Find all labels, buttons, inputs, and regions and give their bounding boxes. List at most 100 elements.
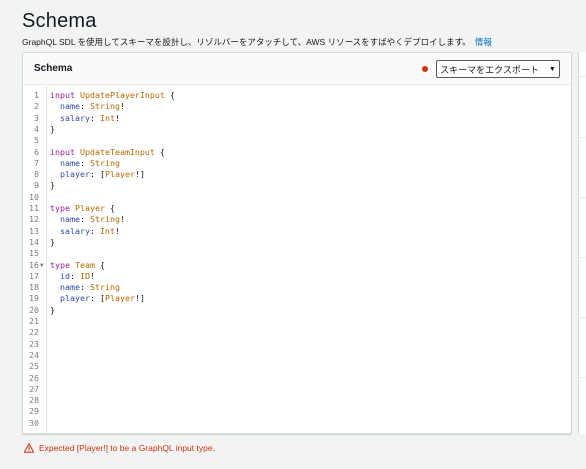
line-number: 23 xyxy=(29,338,39,349)
code-token: : xyxy=(89,112,100,123)
code-text: name: String xyxy=(50,282,120,293)
code-token: ! xyxy=(119,214,125,225)
page-description-text: GraphQL SDL を使用してスキーマを設計し、リゾルバーをアタッチして、A… xyxy=(22,37,471,47)
line-number: 17 xyxy=(29,270,39,281)
code-line: 3 salary: Int! xyxy=(23,113,571,124)
code-text: input UpdateTeamInput { xyxy=(50,147,165,158)
code-line: 4} xyxy=(23,124,571,135)
code-text: } xyxy=(50,237,55,248)
code-token: String xyxy=(89,214,120,225)
code-token: : xyxy=(79,282,90,293)
line-number: 5 xyxy=(34,135,39,146)
code-line: 21 xyxy=(23,316,571,327)
panel-edge-line xyxy=(579,197,586,198)
code-text: id: ID! xyxy=(50,271,95,282)
code-token: { xyxy=(94,259,105,270)
code-line: 16 ▼ type Team { xyxy=(23,260,571,271)
code-token: : [ xyxy=(89,169,105,180)
code-token: { xyxy=(164,90,175,100)
code-line: 23 xyxy=(23,339,571,350)
code-token: ! xyxy=(114,225,120,236)
code-token: Int xyxy=(99,225,115,236)
page-header: Schema GraphQL SDL を使用してスキーマを設計し、リゾルバーをア… xyxy=(22,8,492,48)
line-number: 22 xyxy=(29,327,39,338)
line-number: 24 xyxy=(29,349,39,360)
code-token: } xyxy=(50,304,55,315)
code-line: 26 xyxy=(23,373,571,384)
code-text: } xyxy=(50,124,55,135)
line-number: 29 xyxy=(29,406,39,417)
line-number: 10 xyxy=(29,191,39,202)
code-text: } xyxy=(50,180,55,191)
page-description: GraphQL SDL を使用してスキーマを設計し、リゾルバーをアタッチして、A… xyxy=(22,36,492,48)
code-token: } xyxy=(50,180,55,191)
line-number: 18 xyxy=(29,282,39,293)
fold-arrow-icon[interactable]: ▼ xyxy=(40,260,44,271)
unsaved-changes-dot xyxy=(422,66,428,72)
code-text: salary: Int! xyxy=(50,226,120,237)
code-token: UpdateTeamInput xyxy=(79,146,155,157)
adjacent-panel-edge xyxy=(578,52,586,434)
code-line: 20} xyxy=(23,305,571,316)
code-line: 24 xyxy=(23,350,571,361)
export-schema-button[interactable]: スキーマをエクスポート ▼ xyxy=(436,60,560,78)
error-text: Expected [Player!] to be a GraphQL input… xyxy=(39,443,215,453)
line-number: 4 xyxy=(34,123,39,134)
code-token: !] xyxy=(134,293,145,304)
code-text: salary: Int! xyxy=(50,113,120,124)
line-number: 6 xyxy=(34,146,39,157)
export-schema-label: スキーマをエクスポート xyxy=(440,64,539,75)
code-token: : [ xyxy=(89,293,105,304)
code-token: !] xyxy=(134,169,145,180)
code-line: 1 input UpdatePlayerInput { xyxy=(23,90,571,101)
code-token: input xyxy=(50,90,75,100)
line-number: 12 xyxy=(29,214,39,225)
code-token: : xyxy=(79,214,90,225)
line-number: 19 xyxy=(29,293,39,304)
code-token: } xyxy=(50,236,55,247)
line-number: 15 xyxy=(29,248,39,259)
code-text: input UpdatePlayerInput { xyxy=(50,90,175,101)
panel-edge-line xyxy=(579,137,586,138)
code-token: salary xyxy=(60,225,90,236)
code-token: : xyxy=(89,225,100,236)
panel-edge-line xyxy=(579,317,586,318)
code-line: 2 name: String! xyxy=(23,101,571,112)
code-line: 5 xyxy=(23,135,571,146)
code-text: name: String xyxy=(50,158,120,169)
line-number: 21 xyxy=(29,316,39,326)
code-token: name xyxy=(60,157,80,168)
line-number: 28 xyxy=(29,395,39,406)
schema-code-editor[interactable]: 1 input UpdatePlayerInput {2 name: String… xyxy=(23,86,571,433)
code-text: name: String! xyxy=(50,101,125,112)
code-token: { xyxy=(104,203,115,213)
line-number: 30 xyxy=(29,417,39,428)
code-token: Team xyxy=(74,259,95,270)
code-line: 13 salary: Int! xyxy=(23,226,571,237)
code-token: Player xyxy=(104,293,135,304)
code-text: type Player { xyxy=(50,203,115,214)
line-number: 25 xyxy=(29,361,39,372)
code-token: player xyxy=(60,169,90,180)
code-token: salary xyxy=(60,112,90,123)
line-number: 14 xyxy=(29,236,39,247)
line-number: 27 xyxy=(29,383,39,394)
code-token: id xyxy=(60,270,70,281)
line-number: 16 xyxy=(29,259,39,270)
line-number: 2 xyxy=(34,101,39,112)
code-line: 27 xyxy=(23,384,571,395)
code-line: 19 player: [Player!] xyxy=(23,293,571,304)
code-text: player: [Player!] xyxy=(50,293,145,304)
code-token: type xyxy=(50,259,70,270)
code-token: name xyxy=(60,214,80,225)
line-number: 13 xyxy=(29,225,39,236)
code-token: Player xyxy=(104,169,135,180)
info-link[interactable]: 情報 xyxy=(475,37,492,47)
code-text: type Team { xyxy=(50,260,105,271)
